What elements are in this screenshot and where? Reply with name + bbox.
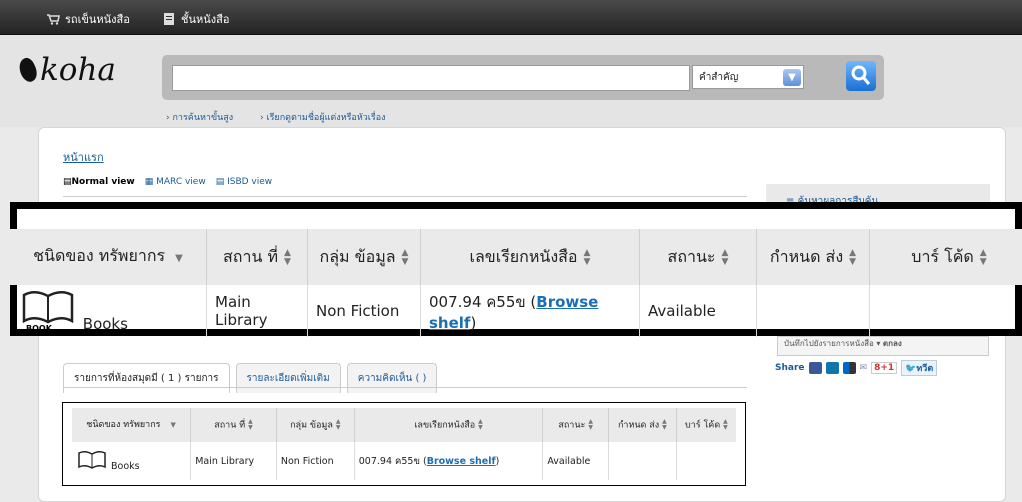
linkedin-icon[interactable] (826, 362, 839, 374)
divider (63, 196, 747, 197)
book-icon: BOOK (18, 289, 78, 333)
col-status[interactable]: สถานะ▲▼ (640, 229, 757, 285)
shelves-link[interactable]: ชั้นหนังสือ (162, 10, 229, 28)
search-input[interactable] (172, 65, 690, 91)
cart-label: รถเข็นหนังสือ (65, 10, 130, 28)
twitter-icon: 🐦 (905, 364, 916, 374)
item-type-cell: Books (72, 442, 191, 480)
holdings-table-small: ชนิดของ ทรัพยากร▼ สถาน ที่▲▼ กลุ่ม ข้อมู… (62, 402, 746, 486)
due-cell (608, 442, 676, 480)
collection-cell: Non Fiction (308, 285, 421, 337)
collection-cell: Non Fiction (276, 442, 354, 480)
shelves-label: ชั้นหนังสือ (181, 10, 229, 28)
tab-details[interactable]: รายละเอียดเพิ่มเติม (236, 363, 341, 393)
save-to-list-select[interactable]: บันทึกไปยังรายการหนังสือ ▾ ตกลง (777, 336, 989, 356)
status-cell: Available (543, 442, 609, 480)
col-collection[interactable]: กลุ่ม ข้อมูล▲▼ (276, 408, 354, 442)
gplus-button[interactable]: 8+1 (871, 362, 897, 374)
search-bar: คำสำคัญ▼ (162, 55, 884, 100)
zoomed-holdings-callout: ชนิดของ ทรัพยากร▼ สถาน ที่▲▼ กลุ่ม ข้อมู… (10, 202, 1022, 336)
save-list-button[interactable]: ตกลง (883, 339, 902, 348)
view-switcher: ▤Normal view ▦ MARC view ▤ ISBD view (63, 177, 272, 187)
barcode-cell (870, 285, 1022, 337)
search-button[interactable] (846, 61, 876, 91)
col-barcode[interactable]: บาร์ โค้ด▲▼ (676, 408, 736, 442)
search-sublinks: › การค้นหาขั้นสูง › เรียกดูตามชื่อผู้แต่… (166, 110, 410, 124)
col-due[interactable]: กำหนด ส่ง▲▼ (608, 408, 676, 442)
search-index-select[interactable]: คำสำคัญ▼ (692, 65, 804, 89)
book-icon (76, 450, 108, 472)
magnifier-icon (846, 61, 876, 91)
koha-drop-icon (16, 56, 41, 85)
email-icon[interactable]: ✉ (860, 363, 868, 373)
chevron-down-icon: ▼ (783, 69, 801, 86)
koha-logo[interactable]: koha (20, 52, 116, 88)
browse-shelf-link[interactable]: Browse shelf (427, 456, 496, 467)
col-location[interactable]: สถาน ที่▲▼ (191, 408, 277, 442)
normal-view-tab[interactable]: ▤Normal view (63, 177, 135, 187)
advanced-search-link[interactable]: › การค้นหาขั้นสูง (166, 113, 245, 123)
marc-view-tab[interactable]: ▦ MARC view (145, 177, 206, 187)
breadcrumb[interactable]: หน้าแรก (63, 148, 104, 166)
col-item-type[interactable]: ชนิดของ ทรัพยากร▼ (72, 408, 191, 442)
browse-link[interactable]: › เรียกดูตามชื่อผู้แต่งหรือหัวเรื่อง (260, 113, 397, 123)
table-row: BOOK Books Main Library Non Fiction 007.… (10, 285, 1022, 337)
tab-divider (63, 387, 747, 388)
isbd-view-tab[interactable]: ▤ ISBD view (216, 177, 272, 187)
detail-tabs: รายการที่ห้องสมุดมี ( 1 ) รายการ รายละเอ… (63, 363, 443, 393)
tab-comments[interactable]: ความคิดเห็น ( ) (347, 363, 438, 393)
call-number-cell: 007.94 ค55ข (Browse shelf) (421, 285, 640, 337)
cart-link[interactable]: รถเข็นหนังสือ (46, 10, 130, 28)
cart-icon (46, 13, 60, 25)
col-call-number[interactable]: เลขเรียกหนังสือ▲▼ (354, 408, 543, 442)
col-location[interactable]: สถาน ที่▲▼ (207, 229, 308, 285)
delicious-icon[interactable] (843, 362, 856, 374)
col-barcode[interactable]: บาร์ โค้ด▲▼ (870, 229, 1022, 285)
col-due[interactable]: กำหนด ส่ง▲▼ (757, 229, 870, 285)
list-icon (162, 13, 176, 25)
location-cell: Main Library (207, 285, 308, 337)
barcode-cell (676, 442, 736, 480)
share-bar: Share ✉ 8+1 🐦ทวีต (775, 360, 937, 376)
svg-text:BOOK: BOOK (26, 324, 53, 333)
facebook-icon[interactable] (809, 362, 822, 374)
status-cell: Available (640, 285, 757, 337)
col-status[interactable]: สถานะ▲▼ (543, 408, 609, 442)
item-type-cell: BOOK Books (10, 285, 207, 337)
tweet-button[interactable]: 🐦ทวีต (901, 360, 937, 376)
col-item-type[interactable]: ชนิดของ ทรัพยากร▼ (10, 229, 207, 285)
col-collection[interactable]: กลุ่ม ข้อมูล▲▼ (308, 229, 421, 285)
call-number-cell: 007.94 ค55ข (Browse shelf) (354, 442, 543, 480)
top-navbar: รถเข็นหนังสือ ชั้นหนังสือ (0, 0, 1022, 35)
location-cell: Main Library (191, 442, 277, 480)
tab-holdings[interactable]: รายการที่ห้องสมุดมี ( 1 ) รายการ (63, 363, 230, 393)
due-cell (757, 285, 870, 337)
table-row: Books Main Library Non Fiction 007.94 ค5… (72, 442, 736, 480)
col-call-number[interactable]: เลขเรียกหนังสือ▲▼ (421, 229, 640, 285)
